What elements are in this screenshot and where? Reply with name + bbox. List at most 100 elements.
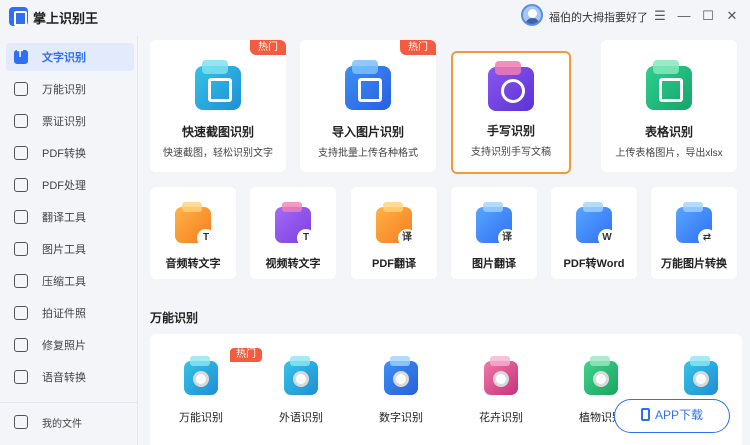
item-number-recognition[interactable]: 数字识别 (355, 334, 447, 445)
screenshot-icon (195, 60, 241, 110)
card-badge: W (598, 229, 616, 247)
section-title: 万能识别 (150, 311, 199, 325)
card-title: 视频转文字 (265, 258, 321, 270)
sidebar-item-label: 文字识别 (42, 52, 86, 64)
translate-icon (14, 210, 28, 224)
app-logo-icon (9, 7, 28, 26)
sidebar-item-label: 万能识别 (42, 84, 86, 96)
card-badge: ⇄ (698, 229, 716, 247)
sidebar-item-id-photo[interactable]: 拍证件照 (6, 299, 134, 327)
sidebar-item-label: 图片工具 (42, 244, 86, 256)
item-flower-recognition[interactable]: 花卉识别 (455, 334, 547, 445)
card-title: 表格识别 (644, 125, 693, 139)
audio-to-text-icon: T (175, 202, 215, 247)
sidebar-item-compress[interactable]: 压缩工具 (6, 267, 134, 295)
item-title: 万能识别 (179, 412, 223, 424)
item-title: 外语识别 (279, 412, 323, 424)
card-title: 万能图片转换 (661, 258, 727, 270)
video-to-text-icon: T (275, 202, 315, 247)
handwriting-icon (488, 61, 534, 111)
sidebar-item-translate[interactable]: 翻译工具 (6, 203, 134, 231)
table-icon (646, 60, 692, 110)
card-audio-to-text[interactable]: T 音频转文字 (150, 187, 236, 279)
sidebar-item-label: 修复照片 (42, 340, 86, 352)
sidebar-item-label: PDF转换 (42, 148, 86, 160)
card-title: 手写识别 (486, 124, 535, 138)
sidebar-item-label: 压缩工具 (42, 276, 86, 288)
hot-badge: 热门 (400, 40, 436, 55)
id-photo-icon (14, 306, 28, 320)
close-button[interactable]: ✕ (721, 6, 743, 26)
animal-recognition-icon (684, 356, 718, 395)
phone-icon (640, 408, 650, 421)
universal-recognition-icon (184, 356, 218, 395)
image-convert-icon: ⇄ (676, 202, 716, 247)
voice-icon (14, 370, 28, 384)
card-description: 上传表格图片，导出xlsx (615, 148, 723, 159)
card-badge: 译 (398, 229, 416, 247)
card-description: 支持批量上传各种格式 (318, 148, 418, 159)
sidebar-item-pdf-convert[interactable]: PDF转换 (6, 139, 134, 167)
item-foreign-language[interactable]: 外语识别 (255, 334, 347, 445)
number-recognition-icon (384, 356, 418, 395)
text-recognition-icon (14, 49, 28, 64)
item-title: 花卉识别 (479, 412, 523, 424)
maximize-button[interactable]: ☐ (697, 6, 719, 26)
card-title: 导入图片识别 (331, 125, 404, 139)
card-description: 快速截图，轻松识别文字 (163, 148, 273, 159)
sidebar-item-my-files[interactable]: 我的文件 (6, 408, 134, 436)
sidebar-item-label: 语音转换 (42, 372, 86, 384)
sidebar-item-label: 翻译工具 (42, 212, 86, 224)
sidebar-item-universal[interactable]: 万能识别 (6, 75, 134, 103)
card-pdf-translate[interactable]: 译 PDF翻译 (351, 187, 437, 279)
card-table[interactable]: 表格识别 上传表格图片，导出xlsx (601, 40, 737, 172)
card-badge: 译 (498, 229, 516, 247)
foreign-language-icon (284, 356, 318, 395)
plant-recognition-icon (584, 356, 618, 395)
pdf-to-word-icon: W (576, 202, 616, 247)
user-avatar[interactable] (521, 4, 543, 26)
sidebar-item-label: 我的文件 (42, 418, 82, 430)
sidebar-item-label: PDF处理 (42, 180, 86, 192)
sidebar-item-pdf-process[interactable]: PDF处理 (6, 171, 134, 199)
scan-icon (14, 82, 28, 96)
item-universal-recognition[interactable]: 热门 万能识别 (155, 334, 262, 445)
app-download-label: APP下载 (654, 408, 703, 422)
sidebar-item-label: 拍证件照 (42, 308, 86, 320)
card-video-to-text[interactable]: T 视频转文字 (250, 187, 336, 279)
item-title: 数字识别 (379, 412, 423, 424)
pdf-translate-icon: 译 (376, 202, 416, 247)
flower-recognition-icon (484, 356, 518, 395)
sidebar-item-ticket[interactable]: 票证识别 (6, 107, 134, 135)
card-badge: T (297, 229, 315, 247)
card-title: PDF转Word (563, 258, 625, 270)
card-title: PDF翻译 (372, 258, 416, 270)
sidebar-item-label: 票证识别 (42, 116, 86, 128)
card-title: 快速截图识别 (181, 125, 254, 139)
card-image-translate[interactable]: 译 图片翻译 (451, 187, 537, 279)
app-download-button[interactable]: APP下载 (614, 399, 730, 433)
minimize-button[interactable]: — (673, 6, 695, 26)
main-content: 热门 快速截图识别 快速截图，轻松识别文字 热门 导入图片识别 支持批量上传各种… (139, 36, 750, 445)
pdf-icon (14, 146, 28, 160)
card-badge: T (197, 229, 215, 247)
import-image-icon (345, 60, 391, 110)
sidebar-item-text-recognition[interactable]: 文字识别 (6, 43, 134, 71)
app-title: 掌上识别王 (33, 11, 99, 26)
sidebar-item-image-tools[interactable]: 图片工具 (6, 235, 134, 263)
card-pdf-to-word[interactable]: W PDF转Word (551, 187, 637, 279)
sidebar-divider (0, 402, 138, 403)
image-translate-icon: 译 (476, 202, 516, 247)
sidebar-item-photo-repair[interactable]: 修复照片 (6, 331, 134, 359)
card-quick-screenshot[interactable]: 热门 快速截图识别 快速截图，轻松识别文字 (150, 40, 286, 172)
card-description: 支持识别手写文稿 (471, 147, 551, 158)
card-import-image[interactable]: 热门 导入图片识别 支持批量上传各种格式 (300, 40, 436, 172)
card-title: 图片翻译 (472, 258, 516, 270)
sidebar: 文字识别 万能识别 票证识别 PDF转换 PDF处理 翻译工具 图片工具 压缩工… (0, 36, 138, 445)
user-name[interactable]: 福伯的大拇指要好了 (549, 9, 648, 25)
card-handwriting[interactable]: 手写识别 支持识别手写文稿 (451, 51, 571, 174)
menu-button[interactable]: ☰ (649, 6, 671, 26)
card-image-convert[interactable]: ⇄ 万能图片转换 (651, 187, 737, 279)
pdf-process-icon (14, 178, 28, 192)
sidebar-item-voice[interactable]: 语音转换 (6, 363, 134, 391)
